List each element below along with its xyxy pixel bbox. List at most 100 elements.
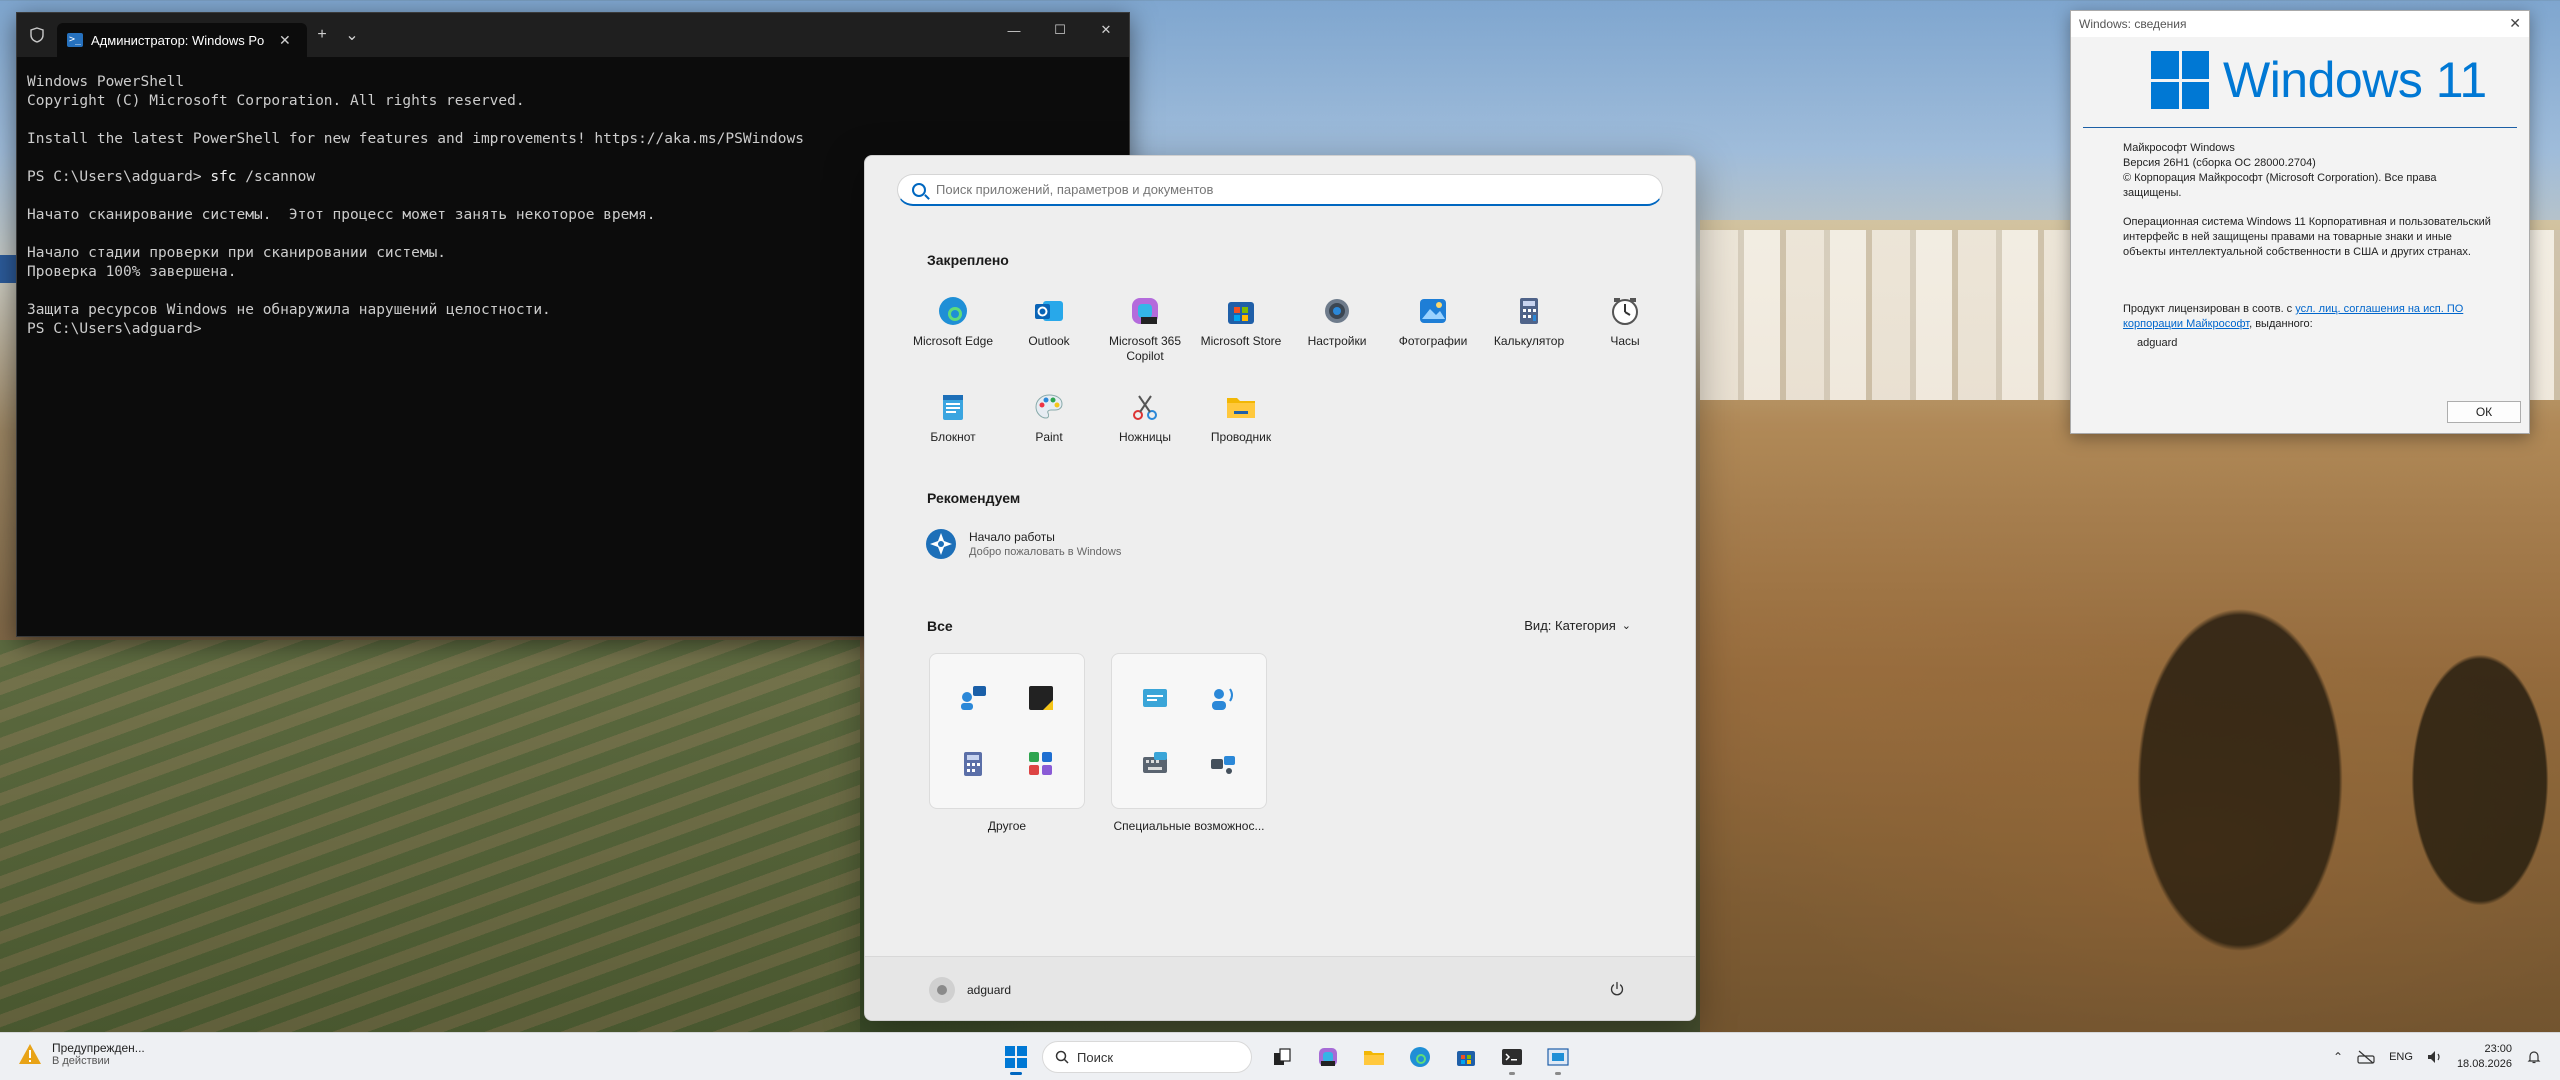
- pinned-app[interactable]: Microsoft Edge: [905, 284, 1001, 368]
- terminal-line: Windows PowerShell: [27, 74, 185, 90]
- pinned-app[interactable]: Microsoft Store: [1193, 284, 1289, 368]
- about-line-copyright: © Корпорация Майкрософт (Microsoft Corpo…: [2123, 172, 2437, 199]
- language-indicator[interactable]: ENG: [2389, 1051, 2413, 1063]
- pinned-app-label: Outlook: [1028, 334, 1070, 348]
- store-icon: [1457, 1051, 1475, 1066]
- apps-cluster-icon: [1029, 752, 1052, 775]
- start-search-input[interactable]: [936, 182, 1636, 197]
- speaker-icon[interactable]: [2427, 1050, 2443, 1064]
- category-folder-accessibility[interactable]: [1111, 653, 1267, 809]
- start-button[interactable]: [996, 1039, 1036, 1075]
- pinned-app[interactable]: Калькулятор: [1481, 284, 1577, 368]
- taskbar-search[interactable]: Поиск: [1042, 1041, 1252, 1073]
- pinned-app-label: Калькулятор: [1493, 334, 1565, 348]
- tab-dropdown-button[interactable]: ⌄: [337, 25, 367, 45]
- snipping-tool-icon: [1128, 390, 1162, 424]
- view-mode-dropdown[interactable]: Вид: Категория ⌄: [1524, 618, 1631, 633]
- wallpaper-valley: [0, 640, 860, 1040]
- pinned-app-label: Microsoft Store: [1200, 334, 1282, 348]
- start-footer: adguard: [865, 956, 1695, 1020]
- settings-icon: [1320, 294, 1354, 328]
- new-tab-button[interactable]: +: [307, 26, 337, 44]
- edge-icon: [1410, 1047, 1430, 1067]
- windows-start-icon: [1005, 1046, 1027, 1068]
- taskbar-edge[interactable]: [1400, 1039, 1440, 1075]
- pinned-app[interactable]: Фотографии: [1385, 284, 1481, 368]
- close-tab-icon[interactable]: ✕: [279, 32, 291, 49]
- terminal-tab[interactable]: >_ Администратор: Windows Po ✕: [57, 23, 307, 57]
- taskbar-terminal[interactable]: [1492, 1039, 1532, 1075]
- pinned-app-label: Настройки: [1307, 334, 1367, 348]
- view-mode-label: Вид: Категория: [1524, 618, 1616, 633]
- taskbar-search-label: Поиск: [1077, 1049, 1114, 1065]
- category-folder-other[interactable]: [929, 653, 1085, 809]
- winver-icon: [1547, 1048, 1569, 1066]
- taskbar-file-explorer[interactable]: [1354, 1039, 1394, 1075]
- terminal-prompt: PS C:\Users\adguard>: [27, 321, 211, 337]
- notification-subtitle: В действии: [52, 1055, 110, 1067]
- pinned-app-label: Проводник: [1210, 430, 1272, 444]
- terminal-line: Copyright (C) Microsoft Corporation. All…: [27, 93, 525, 109]
- terminal-titlebar[interactable]: >_ Администратор: Windows Po ✕ + ⌄ — ☐ ✕: [17, 13, 1129, 57]
- desktop-icon-partial[interactable]: [0, 255, 16, 283]
- chevron-up-icon[interactable]: ⌃: [2333, 1050, 2343, 1064]
- pinned-app-label: Часы: [1610, 334, 1640, 348]
- all-apps-title: Все: [927, 618, 953, 634]
- network-icon[interactable]: [2357, 1050, 2375, 1064]
- store-icon: [1224, 294, 1258, 328]
- about-divider: [2083, 127, 2517, 128]
- start-search-box[interactable]: [897, 174, 1663, 206]
- taskbar-about-windows[interactable]: [1538, 1039, 1578, 1075]
- clock-icon: [1608, 294, 1642, 328]
- pinned-app[interactable]: Paint: [1001, 380, 1097, 464]
- warning-icon: [19, 1044, 41, 1064]
- pinned-app[interactable]: Проводник: [1193, 380, 1289, 464]
- task-view-icon: [1274, 1048, 1291, 1065]
- about-windows-dialog: Windows: сведения ✕ Windows 11 Майкрософ…: [2070, 10, 2530, 434]
- pinned-app[interactable]: Блокнот: [905, 380, 1001, 464]
- people-chat-icon: [961, 686, 986, 710]
- windows-logo: Windows 11: [2151, 51, 2487, 109]
- maximize-button[interactable]: ☐: [1037, 13, 1083, 47]
- pinned-app[interactable]: Настройки: [1289, 284, 1385, 368]
- taskbar-copilot[interactable]: [1308, 1039, 1348, 1075]
- user-account-button[interactable]: adguard: [929, 977, 1011, 1003]
- search-icon: [1055, 1050, 1069, 1064]
- minimize-button[interactable]: —: [991, 13, 1037, 47]
- recommended-item[interactable]: Начало работы Добро пожаловать в Windows: [925, 528, 1121, 560]
- windows-flag-icon: [2151, 51, 2209, 109]
- recommended-item-subtitle: Добро пожаловать в Windows: [969, 546, 1122, 558]
- notification-widget[interactable]: Предупрежден... В действии: [18, 1041, 145, 1067]
- powershell-icon: >_: [67, 33, 83, 47]
- admin-shield-icon: [17, 13, 57, 57]
- terminal-tab-title: Администратор: Windows Po: [91, 32, 265, 48]
- chevron-down-icon: ⌄: [1621, 620, 1631, 632]
- about-titlebar[interactable]: Windows: сведения ✕: [2071, 11, 2529, 37]
- about-info: Майкрософт Windows Версия 26H1 (сборка О…: [2123, 141, 2493, 351]
- sticky-notes-icon: [1029, 686, 1053, 710]
- pinned-app-label: Paint: [1035, 430, 1063, 444]
- close-icon[interactable]: ✕: [2509, 15, 2521, 32]
- close-button[interactable]: ✕: [1083, 13, 1129, 47]
- notifications-bell-icon[interactable]: [2526, 1049, 2542, 1065]
- product-name: Windows 11: [2223, 52, 2487, 108]
- ok-button[interactable]: ОК: [2447, 401, 2521, 423]
- terminal-prompt: PS C:\Users\adguard>: [27, 169, 211, 185]
- terminal-icon: [1502, 1049, 1522, 1065]
- taskbar-task-view[interactable]: [1262, 1039, 1302, 1075]
- pinned-app[interactable]: Microsoft 365 Copilot: [1097, 284, 1193, 368]
- notepad-icon: [936, 390, 970, 424]
- notification-title: Предупрежден...: [52, 1041, 145, 1055]
- pinned-app[interactable]: Ножницы: [1097, 380, 1193, 464]
- clock-time: 23:00: [2484, 1043, 2512, 1055]
- live-captions-icon: [1143, 689, 1167, 707]
- clock[interactable]: 23:00 18.08.2026: [2457, 1042, 2512, 1072]
- pinned-app[interactable]: Outlook: [1001, 284, 1097, 368]
- pinned-app[interactable]: Часы: [1577, 284, 1673, 368]
- pinned-app-label: Microsoft 365 Copilot: [1108, 334, 1182, 363]
- about-line-trademark: Операционная система Windows 11 Корпорат…: [2123, 216, 2491, 258]
- power-button[interactable]: [1603, 975, 1631, 1003]
- about-title: Windows: сведения: [2079, 17, 2187, 31]
- taskbar-store[interactable]: [1446, 1039, 1486, 1075]
